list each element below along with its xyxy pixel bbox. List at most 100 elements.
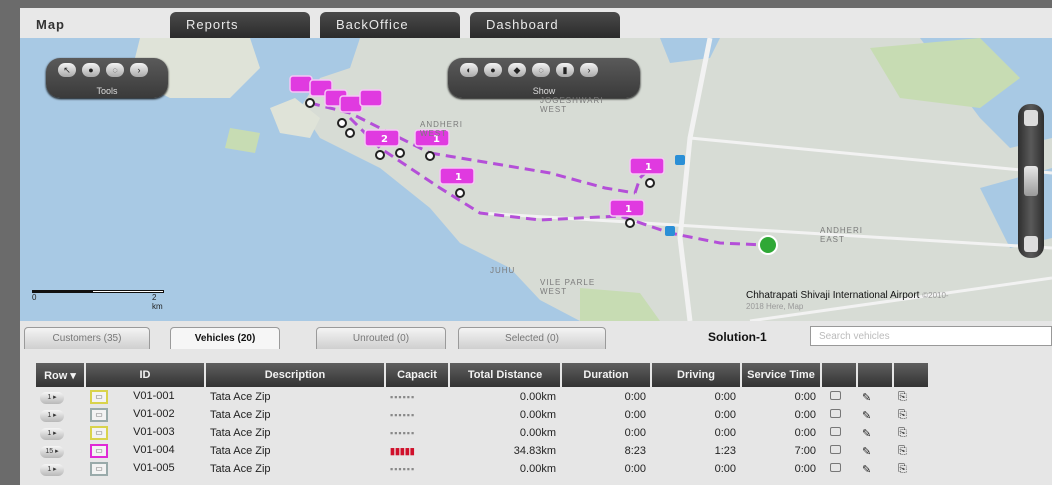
visibility-checkbox-icon[interactable]: [830, 445, 841, 454]
scale-end-label: 2 km: [152, 293, 163, 311]
col-id[interactable]: ID: [86, 363, 204, 387]
edit-pen-icon[interactable]: ✎: [858, 407, 892, 423]
table-row[interactable]: 1 ▸ ▭ V01-002 Tata Ace Zip ▪▪▪▪▪▪ 0.00km…: [36, 407, 928, 423]
details-icon[interactable]: ⎘: [894, 425, 928, 441]
show-routes-icon[interactable]: ◌: [532, 63, 550, 77]
tab-selected[interactable]: Selected (0): [458, 327, 606, 349]
tab-map[interactable]: Map: [20, 12, 170, 38]
col-visible[interactable]: [822, 363, 856, 387]
tools-label: Tools: [96, 86, 118, 96]
col-description[interactable]: Description: [206, 363, 384, 387]
col-driving[interactable]: Driving: [652, 363, 740, 387]
route-map[interactable]: 211 11 ↖ ● ◌ › Tools ◐ ● ◆ ◌ ▮ › Show JO…: [20, 38, 1052, 321]
zoom-slider[interactable]: [1018, 104, 1044, 258]
zoom-handle[interactable]: [1024, 166, 1038, 196]
driving: 1:23: [714, 445, 736, 457]
visibility-checkbox-icon[interactable]: [830, 391, 841, 400]
tab-vehicles[interactable]: Vehicles (20): [170, 327, 280, 349]
duration: 0:00: [624, 463, 646, 475]
svg-text:1: 1: [625, 204, 632, 215]
visibility-checkbox-icon[interactable]: [830, 463, 841, 472]
edit-pen-icon[interactable]: ✎: [858, 461, 892, 477]
col-service-time[interactable]: Service Time: [742, 363, 820, 387]
show-markers-icon[interactable]: ●: [484, 63, 502, 77]
vehicle-id: V01-002: [133, 408, 175, 420]
vehicle-color-icon[interactable]: ▭: [90, 444, 108, 458]
capacity-indicator: ▮▮▮▮▮: [390, 445, 415, 456]
show-more-icon[interactable]: ›: [580, 63, 598, 77]
place-label-vile-parle: VILE PARLE WEST: [540, 278, 596, 296]
details-icon[interactable]: ⎘: [894, 461, 928, 477]
place-label-andheri-west: ANDHERI WEST: [420, 120, 464, 138]
edit-pen-icon[interactable]: ✎: [858, 389, 892, 405]
row-expand-button[interactable]: 1 ▸: [40, 464, 64, 476]
vehicle-color-icon[interactable]: ▭: [90, 390, 108, 404]
tools-toolbar: ↖ ● ◌ › Tools: [46, 58, 168, 98]
col-duration[interactable]: Duration: [562, 363, 650, 387]
zoom-out-icon[interactable]: [1024, 236, 1038, 252]
col-edit[interactable]: [858, 363, 892, 387]
col-capacity[interactable]: Capacit: [386, 363, 448, 387]
total-distance: 0.00km: [519, 427, 556, 439]
capacity-indicator: ▪▪▪▪▪▪: [390, 410, 416, 420]
svg-text:1: 1: [645, 162, 652, 173]
tab-backoffice[interactable]: BackOffice: [320, 12, 460, 38]
capacity-indicator: ▪▪▪▪▪▪: [390, 392, 416, 402]
driving: 0:00: [714, 427, 736, 439]
edit-pen-icon[interactable]: ✎: [858, 425, 892, 441]
app-window: Map Reports BackOffice Dashboard 2 1 1 1…: [20, 8, 1052, 485]
row-expand-button[interactable]: 1 ▸: [40, 410, 64, 422]
driving: 0:00: [714, 463, 736, 475]
place-label-juhu: JUHU: [490, 266, 516, 275]
total-distance: 0.00km: [519, 463, 556, 475]
row-expand-button[interactable]: 1 ▸: [40, 392, 64, 404]
details-icon[interactable]: ⎘: [894, 407, 928, 423]
vehicle-color-icon[interactable]: ▭: [90, 462, 108, 476]
vehicle-search-input[interactable]: Search vehicles: [810, 326, 1052, 346]
show-pins-icon[interactable]: ◆: [508, 63, 526, 77]
tab-unrouted[interactable]: Unrouted (0): [316, 327, 446, 349]
row-expand-button[interactable]: 15 ▸: [40, 446, 64, 458]
visibility-checkbox-icon[interactable]: [830, 409, 841, 418]
show-vehicles-icon[interactable]: ▮: [556, 63, 574, 77]
show-toolbar: ◐ ● ◆ ◌ ▮ › Show: [448, 58, 640, 98]
svg-text:2: 2: [381, 134, 388, 145]
service-time: 7:00: [794, 445, 816, 457]
col-row[interactable]: Row ▾: [36, 363, 84, 387]
lasso-tool-icon[interactable]: ◌: [106, 63, 124, 77]
capacity-indicator: ▪▪▪▪▪▪: [390, 428, 416, 438]
select-tool-icon[interactable]: ↖: [58, 63, 76, 77]
show-layers-icon[interactable]: ◐: [460, 63, 478, 77]
details-icon[interactable]: ⎘: [894, 389, 928, 405]
visibility-checkbox-icon[interactable]: [830, 427, 841, 436]
solution-label: Solution-1: [708, 330, 767, 344]
capacity-indicator: ▪▪▪▪▪▪: [390, 464, 416, 474]
total-distance: 34.83km: [513, 445, 556, 457]
details-icon[interactable]: ⎘: [894, 443, 928, 459]
marker-tool-icon[interactable]: ●: [82, 63, 100, 77]
tab-customers[interactable]: Customers (35): [24, 327, 150, 349]
duration: 0:00: [624, 427, 646, 439]
tab-reports[interactable]: Reports: [170, 12, 310, 38]
col-total-distance[interactable]: Total Distance: [450, 363, 560, 387]
vehicles-table: Row ▾ ID Description Capacit Total Dista…: [34, 361, 930, 479]
table-row[interactable]: 15 ▸ ▭ V01-004 Tata Ace Zip ▮▮▮▮▮ 34.83k…: [36, 443, 928, 459]
vehicle-color-icon[interactable]: ▭: [90, 408, 108, 422]
tab-dashboard[interactable]: Dashboard: [470, 12, 620, 38]
zoom-in-icon[interactable]: [1024, 110, 1038, 126]
main-tab-bar: Map Reports BackOffice Dashboard: [20, 8, 1052, 38]
service-time: 0:00: [794, 391, 816, 403]
table-row[interactable]: 1 ▸ ▭ V01-001 Tata Ace Zip ▪▪▪▪▪▪ 0.00km…: [36, 389, 928, 405]
vehicle-description: Tata Ace Zip: [210, 427, 271, 439]
place-label-andheri-east: ANDHERI EAST: [820, 226, 864, 244]
table-row[interactable]: 1 ▸ ▭ V01-003 Tata Ace Zip ▪▪▪▪▪▪ 0.00km…: [36, 425, 928, 441]
service-time: 0:00: [794, 409, 816, 421]
table-row[interactable]: 1 ▸ ▭ V01-005 Tata Ace Zip ▪▪▪▪▪▪ 0.00km…: [36, 461, 928, 477]
more-tools-icon[interactable]: ›: [130, 63, 148, 77]
row-expand-button[interactable]: 1 ▸: [40, 428, 64, 440]
duration: 0:00: [624, 409, 646, 421]
col-details[interactable]: [894, 363, 928, 387]
edit-pen-icon[interactable]: ✎: [858, 443, 892, 459]
vehicle-color-icon[interactable]: ▭: [90, 426, 108, 440]
vehicle-id: V01-005: [133, 462, 175, 474]
